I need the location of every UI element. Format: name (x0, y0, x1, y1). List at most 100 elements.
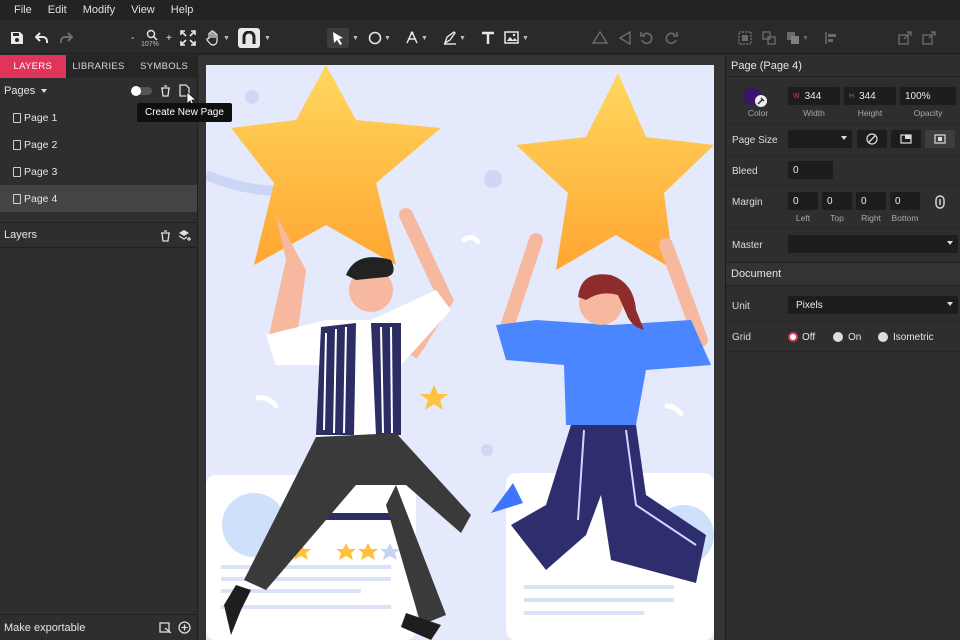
undo-icon[interactable] (35, 28, 49, 48)
decor-confetti (255, 395, 279, 409)
menu-modify[interactable]: Modify (75, 4, 123, 16)
height-field[interactable]: H 344 (844, 87, 896, 105)
make-exportable-label[interactable]: Make exportable (4, 622, 85, 634)
tooltip: Create New Page (137, 103, 232, 122)
layers-header: Layers (0, 222, 197, 248)
artboard-icon (934, 134, 946, 144)
add-export-icon[interactable] (178, 621, 191, 637)
decor-confetti (461, 234, 481, 245)
tab-layers[interactable]: LAYERS (0, 55, 66, 78)
share-icon[interactable] (922, 28, 936, 48)
export-icon[interactable] (898, 28, 912, 48)
grid-isometric-label: Isometric (893, 332, 934, 343)
master-dropdown[interactable] (788, 235, 958, 253)
toggle-switch[interactable] (131, 86, 152, 96)
grid-isometric-radio[interactable] (878, 332, 888, 342)
ungroup-icon[interactable] (762, 28, 776, 48)
menu-edit[interactable]: Edit (40, 4, 75, 16)
canvas-area[interactable] (198, 55, 725, 640)
panel-tabs: LAYERS LIBRARIES SYMBOLS (0, 55, 197, 78)
add-layer-icon[interactable] (178, 229, 192, 245)
rotate-right-icon[interactable] (664, 28, 678, 48)
width-field[interactable]: W 344 (788, 87, 840, 105)
margin-left-field[interactable]: 0 (788, 192, 818, 210)
unit-label: Unit (732, 301, 750, 312)
grid-on-radio[interactable] (833, 332, 843, 342)
bleed-field[interactable]: 0 (788, 161, 833, 179)
fit-content-button[interactable] (891, 130, 921, 148)
menu-file[interactable]: File (6, 4, 40, 16)
opacity-field[interactable]: 100% (900, 87, 956, 105)
zoom-in-icon[interactable]: + (166, 28, 172, 48)
height-value: 344 (859, 90, 876, 102)
page-icon (13, 166, 21, 177)
artboard[interactable] (206, 65, 714, 640)
link-margins-icon[interactable] (935, 195, 945, 212)
export-bar: Make exportable (0, 614, 197, 640)
properties-panel: Page (Page 4) Color W 344 Width H 344 He… (725, 55, 960, 640)
height-label: Height (857, 108, 883, 118)
pencil-tool-icon[interactable]: ▼ (443, 28, 466, 48)
snap-dropdown-icon[interactable]: ▼ (264, 28, 271, 48)
select-dropdown-icon[interactable]: ▼ (352, 28, 359, 48)
fit-to-screen-icon[interactable] (180, 28, 196, 48)
select-tool-icon[interactable] (327, 28, 349, 48)
snap-magnet-icon[interactable] (238, 28, 260, 48)
rotate-left-icon[interactable] (640, 28, 654, 48)
card-line (221, 565, 391, 569)
zoom-out-icon[interactable]: - (131, 28, 134, 48)
page-item-2[interactable]: Page 2 (0, 131, 197, 158)
divider (726, 351, 960, 352)
margin-bottom-value: 0 (895, 195, 901, 207)
arrange-icon[interactable]: ▼ (786, 28, 809, 48)
page-size-label: Page Size (732, 135, 778, 146)
page-size-dropdown[interactable] (788, 130, 852, 148)
redo-icon[interactable] (59, 28, 73, 48)
page-item-4[interactable]: Page 4 (0, 185, 197, 212)
export-slice-icon[interactable] (159, 622, 172, 637)
decor-dot (245, 90, 259, 104)
text-tool-icon[interactable] (481, 28, 495, 48)
margin-top-field[interactable]: 0 (822, 192, 852, 210)
image-tool-icon[interactable]: ▼ (504, 28, 529, 48)
margin-bottom-field[interactable]: 0 (890, 192, 920, 210)
menu-view[interactable]: View (123, 4, 163, 16)
orientation-button[interactable] (857, 130, 887, 148)
decor-dot (481, 444, 493, 456)
unit-value: Pixels (796, 299, 823, 311)
eyedropper-icon[interactable] (755, 95, 767, 107)
grid-label: Grid (732, 332, 751, 343)
panel-title: Page (Page 4) (726, 55, 960, 77)
card-line (524, 611, 644, 615)
page-icon (13, 112, 21, 123)
card-line (524, 585, 674, 589)
fill-color-swatch[interactable] (743, 87, 767, 107)
grid-off-radio[interactable] (788, 332, 798, 342)
tab-symbols[interactable]: SYMBOLS (131, 55, 197, 78)
lock-marker-icon: H (849, 92, 855, 100)
group-icon[interactable] (738, 28, 752, 48)
delete-page-icon[interactable] (160, 85, 171, 100)
layers-label: Layers (4, 229, 38, 241)
align-icon[interactable] (824, 28, 838, 48)
page-item-3[interactable]: Page 3 (0, 158, 197, 185)
save-icon[interactable] (10, 28, 24, 48)
pen-tool-icon[interactable]: ▼ (405, 28, 428, 48)
margin-right-field[interactable]: 0 (856, 192, 886, 210)
card-line (524, 598, 674, 602)
flip-icon[interactable] (618, 28, 632, 48)
hand-tool-icon[interactable]: ▼ (205, 28, 230, 48)
fit-artboard-button[interactable] (925, 130, 955, 148)
ellipse-tool-icon[interactable]: ▼ (368, 28, 391, 48)
tab-libraries[interactable]: LIBRARIES (66, 55, 132, 78)
divider (726, 185, 960, 186)
unit-dropdown[interactable]: Pixels (788, 296, 958, 314)
opacity-label: Opacity (913, 108, 943, 118)
chevron-down-icon[interactable] (41, 89, 48, 93)
menu-help[interactable]: Help (163, 4, 202, 16)
divider (726, 155, 960, 156)
boolean-icon[interactable] (592, 28, 608, 48)
delete-layer-icon[interactable] (160, 230, 171, 245)
pages-header[interactable]: Pages (0, 78, 198, 107)
chevron-down-icon (947, 302, 953, 306)
